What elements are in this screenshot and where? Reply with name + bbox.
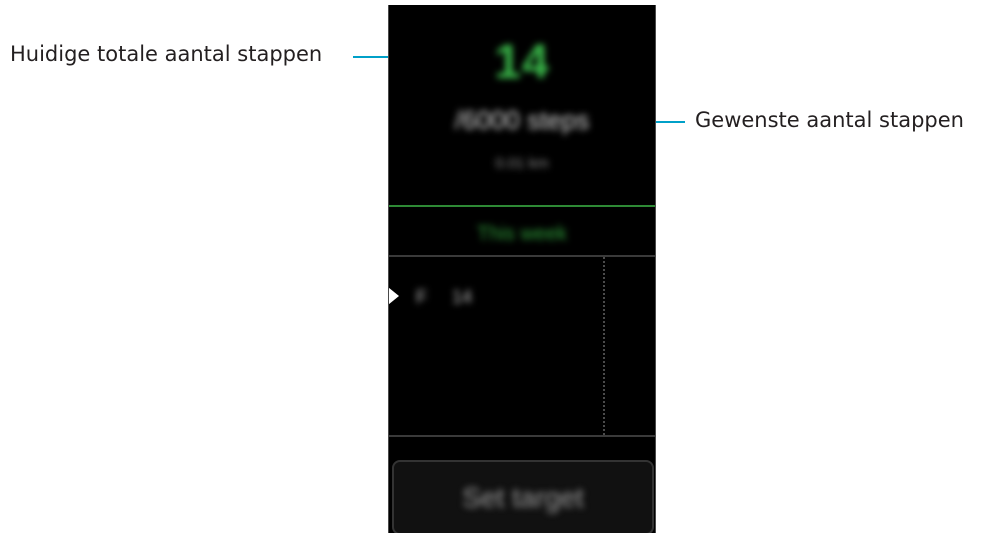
- green-divider: [389, 205, 655, 207]
- device-screen: 14 /6000 steps 0.01 km This week F 14 Se…: [388, 5, 656, 533]
- day-label: F: [416, 287, 427, 307]
- divider: [389, 435, 655, 437]
- distance-text: 0.01 km: [495, 155, 549, 172]
- callout-current-total-steps: Huidige totale aantal stappen: [10, 42, 323, 66]
- day-steps: 14: [452, 287, 473, 307]
- target-dotted-line: [603, 257, 605, 435]
- callout-target-steps: Gewenste aantal stappen: [695, 108, 964, 132]
- current-day-marker-icon: [389, 287, 399, 305]
- target-steps-text: /6000 steps: [454, 105, 590, 135]
- set-target-label: Set target: [462, 482, 584, 513]
- set-target-button[interactable]: Set target: [392, 460, 654, 533]
- divider: [389, 255, 655, 257]
- current-steps-count: 14: [494, 36, 550, 89]
- period-label[interactable]: This week: [389, 223, 655, 246]
